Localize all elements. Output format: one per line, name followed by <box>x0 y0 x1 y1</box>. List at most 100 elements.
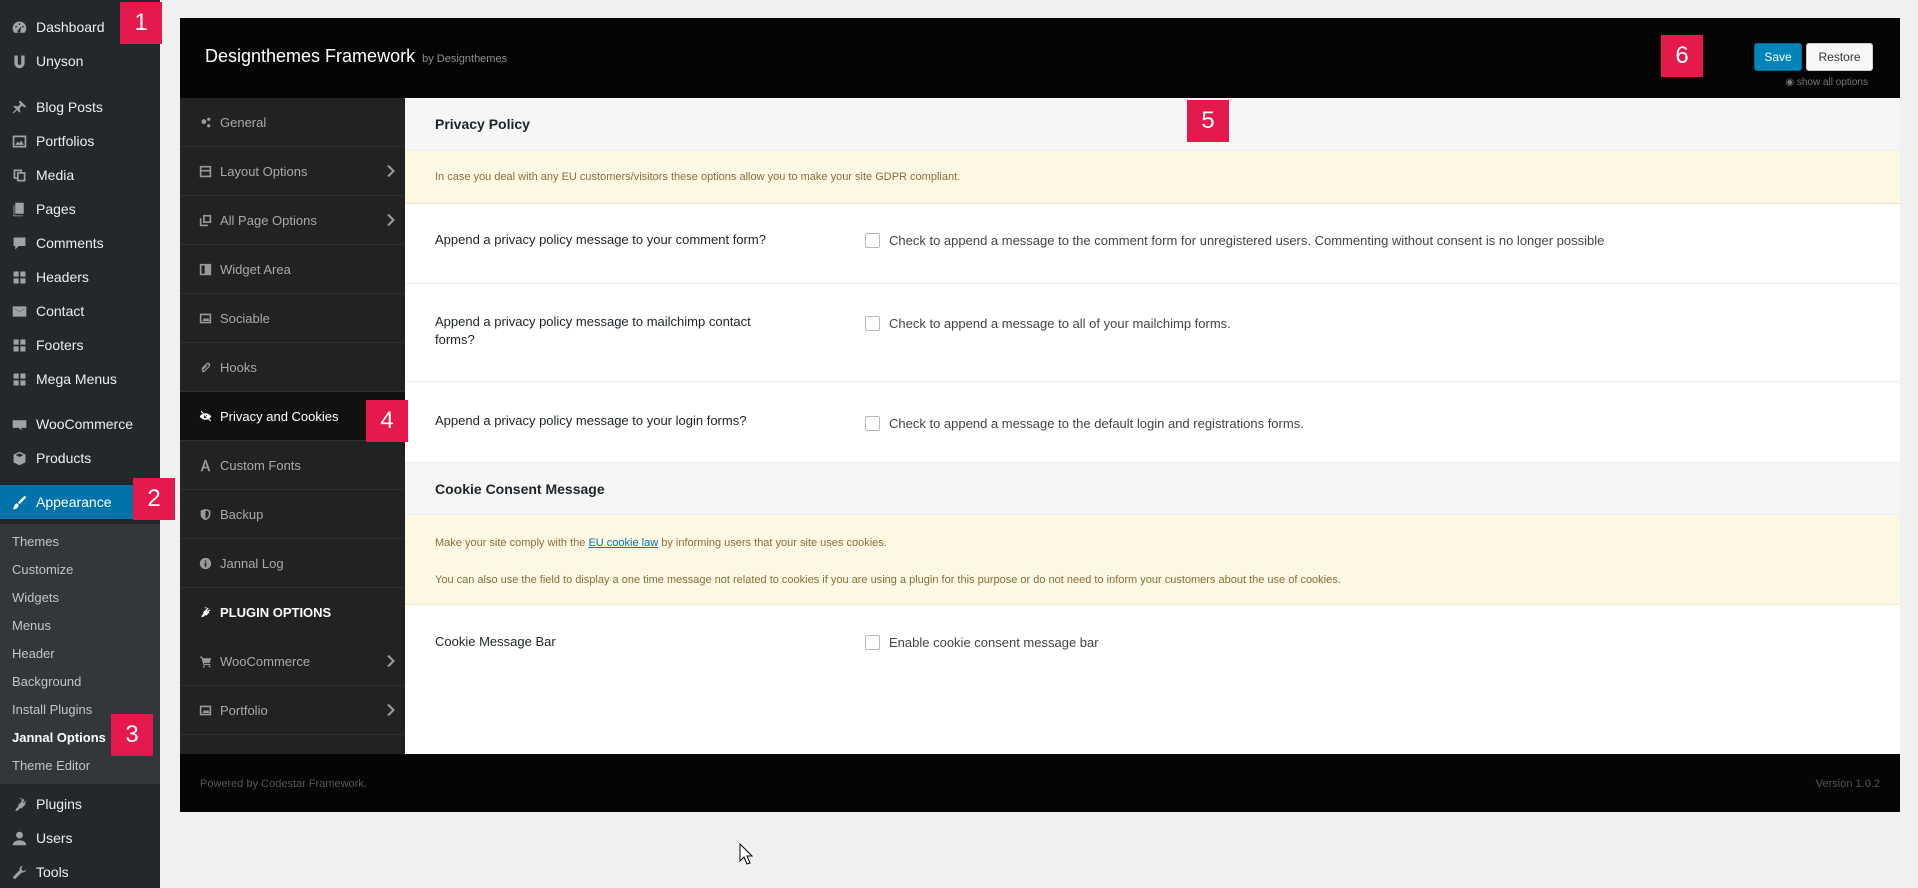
pin-icon <box>10 98 28 116</box>
submenu-theme-editor[interactable]: Theme Editor <box>12 758 90 773</box>
menu-headers[interactable]: Headers <box>0 260 160 294</box>
widget-icon <box>198 262 212 276</box>
menu-label: Mega Menus <box>36 371 117 387</box>
menu-label: WooCommerce <box>36 416 133 432</box>
option-label: Append a privacy policy message to mailc… <box>435 313 815 349</box>
picture-icon <box>198 311 212 325</box>
font-icon <box>198 458 212 472</box>
option-label: Cookie Message Bar <box>435 634 556 649</box>
nav-label: Privacy and Cookies <box>220 408 339 424</box>
woo-icon <box>10 415 28 433</box>
marker-5: 5 <box>1187 100 1229 142</box>
mailchimp-form-checkbox[interactable] <box>865 316 880 331</box>
submenu-header[interactable]: Header <box>12 646 55 661</box>
eye-slash-icon <box>198 409 212 423</box>
menu-media[interactable]: Media <box>0 158 160 192</box>
layout-icon <box>198 164 212 178</box>
nav-label: All Page Options <box>220 212 317 228</box>
options-content: Privacy Policy In case you deal with any… <box>405 98 1900 754</box>
menu-tools[interactable]: Tools <box>0 855 160 888</box>
submenu-install-plugins[interactable]: Install Plugins <box>12 702 92 717</box>
image-icon <box>10 132 28 150</box>
save-button[interactable]: Save <box>1754 43 1802 71</box>
nav-custom-fonts[interactable]: Custom Fonts <box>180 441 405 490</box>
option-field: Check to append a message to all of your… <box>865 316 1231 331</box>
marker-6: 6 <box>1661 35 1703 77</box>
framework-title: Designthemes Framework by Designthemes <box>205 46 507 67</box>
nav-backup[interactable]: Backup <box>180 490 405 539</box>
comment-icon <box>10 234 28 252</box>
shield-icon <box>198 507 212 521</box>
nav-label: General <box>220 114 267 130</box>
nav-layout-options[interactable]: Layout Options <box>180 147 405 196</box>
nav-sociable[interactable]: Sociable <box>180 294 405 343</box>
cart-icon <box>198 654 212 668</box>
nav-hooks[interactable]: Hooks <box>180 343 405 392</box>
menu-products[interactable]: Products <box>0 441 160 475</box>
menu-woocommerce[interactable]: WooCommerce <box>0 407 160 441</box>
chevron-right-icon <box>385 164 395 178</box>
restore-button[interactable]: Restore <box>1806 43 1873 71</box>
nav-portfolio[interactable]: Portfolio <box>180 686 405 735</box>
menu-mega-menus[interactable]: Mega Menus <box>0 362 160 396</box>
marker-4: 4 <box>366 400 408 442</box>
cookie-notice: Make your site comply with the EU cookie… <box>405 515 1900 605</box>
cookie-bar-checkbox[interactable] <box>865 635 880 650</box>
submenu-menus[interactable]: Menus <box>12 618 51 633</box>
marker-1: 1 <box>120 2 162 44</box>
show-all-options-link[interactable]: ◉ show all options <box>1760 77 1868 88</box>
nav-label: Layout Options <box>220 163 308 179</box>
menu-users[interactable]: Users <box>0 821 160 855</box>
menu-blog-posts[interactable]: Blog Posts <box>0 90 160 124</box>
option-label-line1: Append a privacy policy message to mailc… <box>435 314 751 329</box>
menu-comments[interactable]: Comments <box>0 226 160 260</box>
nav-widget-area[interactable]: Widget Area <box>180 245 405 294</box>
nav-general[interactable]: General <box>180 98 405 147</box>
nav-jannal-log[interactable]: Jannal Log <box>180 539 405 588</box>
plug-icon <box>198 606 212 620</box>
submenu-themes[interactable]: Themes <box>12 534 59 549</box>
submenu-customize[interactable]: Customize <box>12 562 73 577</box>
user-icon <box>10 829 28 847</box>
menu-label: Unyson <box>36 53 84 69</box>
option-login-form: Append a privacy policy message to your … <box>405 382 1900 463</box>
nav-woocommerce[interactable]: WooCommerce <box>180 637 405 686</box>
menu-label: Plugins <box>36 796 82 812</box>
marker-2: 2 <box>133 478 175 520</box>
menu-label: Blog Posts <box>36 99 103 115</box>
menu-label: Headers <box>36 269 89 285</box>
login-form-checkbox[interactable] <box>865 416 880 431</box>
show-all-label: show all options <box>1796 77 1868 88</box>
menu-unyson[interactable]: Unyson <box>0 44 160 78</box>
nav-label: WooCommerce <box>220 653 311 669</box>
framework-footer: Powered by Codestar Framework. Version 1… <box>180 754 1900 812</box>
submenu-jannal-options[interactable]: Jannal Options <box>12 730 106 745</box>
nav-all-page-options[interactable]: All Page Options <box>180 196 405 245</box>
cookie-notice-line1: Make your site comply with the EU cookie… <box>435 536 1900 551</box>
menu-portfolios[interactable]: Portfolios <box>0 124 160 158</box>
grid-icon <box>10 370 28 388</box>
option-field: Check to append a message to the default… <box>865 416 1304 431</box>
comment-form-checkbox[interactable] <box>865 233 880 248</box>
cookie-notice-line2: You can also use the field to display a … <box>435 574 1341 586</box>
brush-icon <box>10 493 28 511</box>
nav-label: Hooks <box>220 359 257 375</box>
box-icon <box>10 449 28 467</box>
menu-label: Comments <box>36 235 104 251</box>
gears-icon <box>198 115 212 129</box>
nav-label: Portfolio <box>220 702 268 718</box>
copy-icon <box>198 213 212 227</box>
menu-footers[interactable]: Footers <box>0 328 160 362</box>
submenu-widgets[interactable]: Widgets <box>12 590 59 605</box>
menu-label: Tools <box>36 864 69 880</box>
menu-contact[interactable]: Contact <box>0 294 160 328</box>
chevron-right-icon <box>385 213 395 227</box>
cookie-consent-heading: Cookie Consent Message <box>405 463 1900 515</box>
privacy-notice: In case you deal with any EU customers/v… <box>405 151 1900 204</box>
menu-pages[interactable]: Pages <box>0 192 160 226</box>
gallery-icon <box>198 703 212 717</box>
menu-plugins[interactable]: Plugins <box>0 787 160 821</box>
nav-label: Sociable <box>220 310 270 326</box>
eu-cookie-law-link[interactable]: EU cookie law <box>588 537 658 549</box>
submenu-background[interactable]: Background <box>12 674 81 689</box>
